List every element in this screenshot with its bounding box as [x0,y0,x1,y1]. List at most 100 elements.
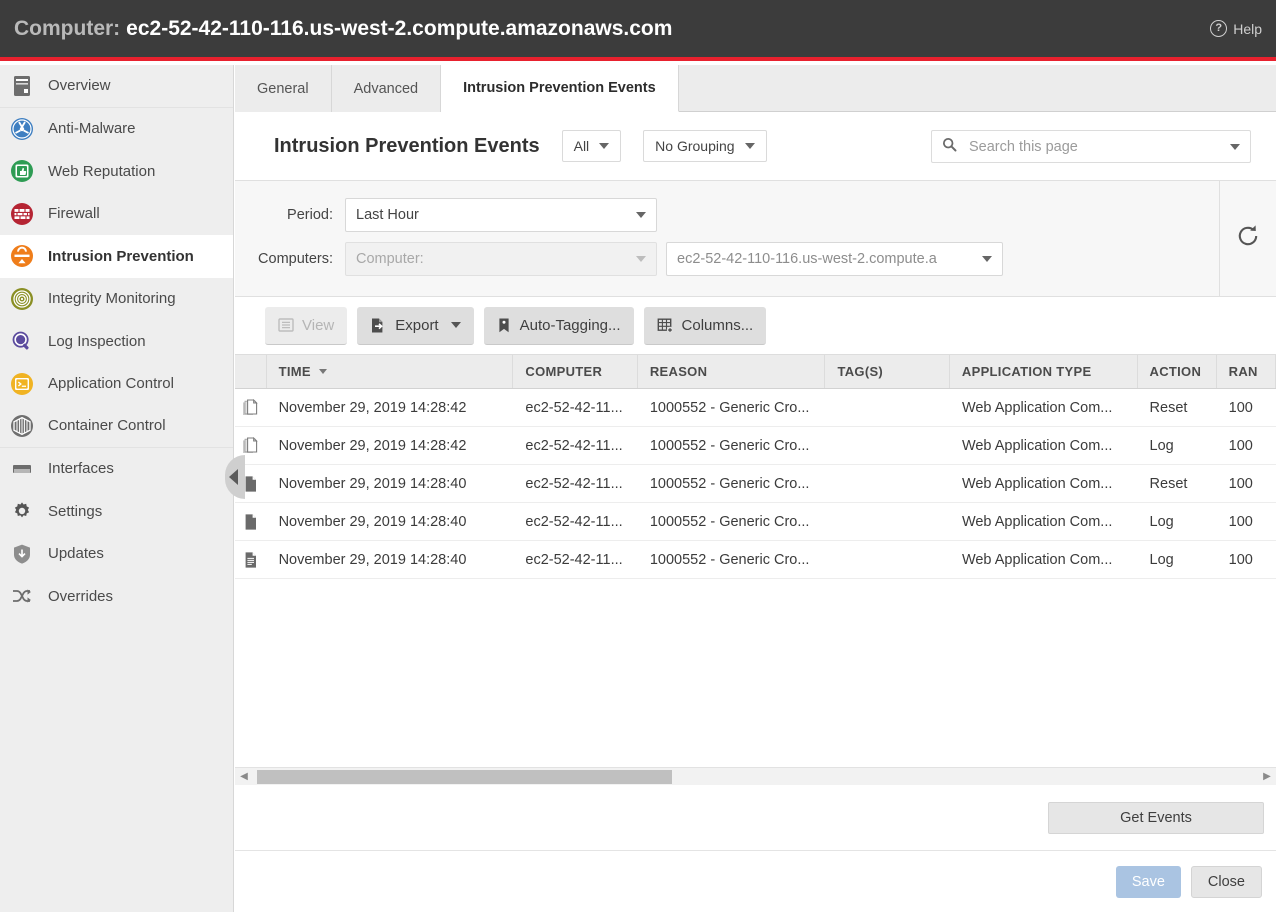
sidebar-item-web-reputation[interactable]: Web Reputation [0,150,233,193]
export-button[interactable]: Export [357,307,473,345]
table-header-tags[interactable]: TAG(S) [825,355,949,388]
tab-label: Advanced [354,81,419,97]
sidebar-item-interfaces[interactable]: Interfaces [0,448,233,491]
table-header-rank[interactable]: RAN [1217,355,1276,388]
horizontal-scrollbar[interactable]: ◀ ▶ [235,767,1276,785]
table-header-action[interactable]: ACTION [1138,355,1217,388]
sidebar-item-integrity-monitoring[interactable]: Integrity Monitoring [0,278,233,321]
caret-down-icon[interactable] [1230,144,1240,150]
period-select[interactable]: Last Hour [345,198,657,232]
cell-time: November 29, 2019 14:28:40 [267,476,514,492]
sidebar-item-label: Container Control [48,417,166,434]
cell-rank: 100 [1217,514,1276,530]
computer-title-label: Computer: [14,17,120,40]
scrollbar-thumb[interactable] [257,770,672,784]
cell-reason: 1000552 - Generic Cro... [638,476,826,492]
save-button[interactable]: Save [1116,866,1181,898]
computers-value: Computer: [356,251,626,267]
firewall-icon [8,200,36,228]
caret-down-icon [599,143,609,149]
stacked-documents-icon [235,399,267,417]
column-label: REASON [650,364,707,379]
dialog-footer: Save Close [235,850,1276,912]
document-lines-icon [235,551,267,569]
cell-action: Log [1138,438,1217,454]
scroll-right-arrow-icon[interactable]: ▶ [1258,771,1276,782]
grouping-filter-value: No Grouping [655,138,734,154]
table-row[interactable]: November 29, 2019 14:28:40 ec2-52-42-11.… [235,503,1276,541]
column-label: TAG(S) [837,364,883,379]
caret-down-icon [636,256,646,262]
column-label: TIME [279,364,311,379]
view-button[interactable]: View [265,307,347,345]
computer-selection-select[interactable]: ec2-52-42-110-116.us-west-2.compute.a [666,242,1003,276]
cell-reason: 1000552 - Generic Cro... [638,400,826,416]
period-value: Last Hour [356,207,626,223]
column-label: ACTION [1150,364,1202,379]
sidebar-item-log-inspection[interactable]: Log Inspection [0,320,233,363]
search-input[interactable] [967,138,1220,156]
scrollbar-track[interactable] [253,768,1258,786]
table-toolbar: View Export Auto-Tagging... [235,297,1276,354]
scroll-left-arrow-icon[interactable]: ◀ [235,771,253,782]
cell-reason: 1000552 - Generic Cro... [638,514,826,530]
table-header-reason[interactable]: REASON [638,355,826,388]
stacked-documents-icon [235,437,267,455]
auto-tagging-button[interactable]: Auto-Tagging... [484,307,634,345]
table-header-computer[interactable]: COMPUTER [513,355,637,388]
sidebar-item-container-control[interactable]: Container Control [0,405,233,448]
caret-down-icon[interactable] [451,322,461,328]
settings-gear-icon [8,497,36,525]
sidebar-item-label: Application Control [48,375,174,392]
save-label: Save [1132,874,1165,890]
refresh-button[interactable] [1219,181,1276,296]
table-row[interactable]: November 29, 2019 14:28:42 ec2-52-42-11.… [235,389,1276,427]
search-box[interactable] [931,130,1251,163]
cell-time: November 29, 2019 14:28:42 [267,438,514,454]
computers-row: Computers: Computer: ec2-52-42-110-116.u… [235,237,1219,281]
caret-down-icon [636,212,646,218]
scope-filter-dropdown[interactable]: All [562,130,622,162]
table-header-application-type[interactable]: APPLICATION TYPE [950,355,1138,388]
list-view-icon [278,317,294,333]
get-events-button[interactable]: Get Events [1048,802,1264,834]
table-row[interactable]: November 29, 2019 14:28:40 ec2-52-42-11.… [235,465,1276,503]
sidebar-item-updates[interactable]: Updates [0,533,233,576]
sidebar-item-label: Firewall [48,205,100,222]
tab-general[interactable]: General [235,65,332,112]
table-header-time[interactable]: TIME [267,355,514,388]
tab-advanced[interactable]: Advanced [332,65,442,112]
sidebar-item-label: Interfaces [48,460,114,477]
integrity-monitoring-icon [8,285,36,313]
tab-intrusion-prevention-events[interactable]: Intrusion Prevention Events [441,65,679,112]
sidebar-item-firewall[interactable]: Firewall [0,193,233,236]
intrusion-prevention-icon [8,242,36,270]
caret-down-icon [745,143,755,149]
table-row[interactable]: November 29, 2019 14:28:40 ec2-52-42-11.… [235,541,1276,579]
cell-action: Reset [1138,400,1217,416]
cell-action: Log [1138,514,1217,530]
computers-select[interactable]: Computer: [345,242,657,276]
log-inspection-icon [8,327,36,355]
interfaces-icon [8,455,36,483]
sidebar-item-anti-malware[interactable]: Anti-Malware [0,108,233,151]
grouping-filter-dropdown[interactable]: No Grouping [643,130,766,162]
cell-reason: 1000552 - Generic Cro... [638,438,826,454]
sidebar-item-overrides[interactable]: Overrides [0,575,233,618]
columns-button[interactable]: Columns... [644,307,767,345]
cell-rank: 100 [1217,552,1276,568]
sidebar-item-intrusion-prevention[interactable]: Intrusion Prevention [0,235,233,278]
cell-computer: ec2-52-42-11... [513,514,637,530]
help-link[interactable]: ? Help [1210,20,1262,37]
auto-tagging-label: Auto-Tagging... [520,317,621,334]
sidebar-item-overview[interactable]: Overview [0,65,233,108]
table-header-row: TIME COMPUTER REASON TAG(S) APPLICATION … [235,355,1276,389]
cell-application-type: Web Application Com... [950,438,1138,454]
tab-bar: General Advanced Intrusion Prevention Ev… [235,65,1276,112]
view-label: View [302,317,334,334]
cell-action: Reset [1138,476,1217,492]
table-row[interactable]: November 29, 2019 14:28:42 ec2-52-42-11.… [235,427,1276,465]
sidebar-item-application-control[interactable]: Application Control [0,363,233,406]
sidebar-item-settings[interactable]: Settings [0,490,233,533]
close-button[interactable]: Close [1191,866,1262,898]
